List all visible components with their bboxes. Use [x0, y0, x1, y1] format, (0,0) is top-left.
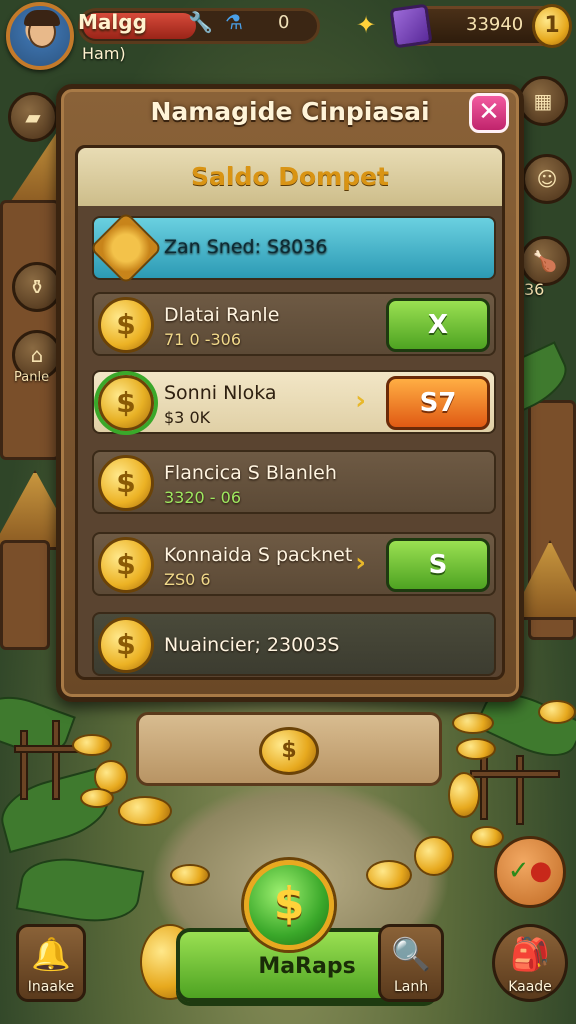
map-icon: ▦: [533, 89, 553, 113]
scattered-coin: [80, 788, 114, 808]
potion-icon: ⚗: [225, 10, 243, 34]
health-value: 0: [278, 12, 290, 33]
record-icon: ●: [529, 856, 553, 886]
gem-box-icon[interactable]: [389, 3, 433, 49]
row-name: Dlatai Ranle: [164, 304, 280, 326]
torch-icon: ✦: [356, 11, 377, 39]
chevron-right-icon: ›: [355, 386, 366, 416]
gold-value: 33940: [466, 14, 524, 35]
scattered-coin: [470, 826, 504, 848]
row-action-button[interactable]: X: [386, 298, 490, 352]
side-jar-button[interactable]: ⚱: [12, 262, 62, 312]
side-character-button[interactable]: ☺: [522, 154, 572, 204]
bell-button[interactable]: 🔔 Inaake: [16, 924, 86, 1002]
panel-title: Namagide Cinpiasai: [150, 97, 430, 126]
coin-icon: $: [98, 537, 154, 593]
wallet-row[interactable]: $ Nuaincier; 23003S: [92, 612, 496, 676]
fence-post: [516, 755, 524, 825]
sun-badge-icon: [89, 211, 163, 285]
bell-label: Inaake: [27, 979, 75, 995]
wallet-panel: Namagide Cinpiasai ✕ Saldo Dompet Zan Sn…: [56, 84, 524, 702]
scattered-coin: [452, 712, 494, 734]
add-gold-button[interactable]: 1: [532, 4, 572, 48]
jar-icon: ⚱: [28, 275, 46, 299]
scattered-coin: [448, 772, 480, 818]
coin-icon: $: [259, 727, 319, 775]
scattered-coin: [538, 700, 576, 724]
row-action-button[interactable]: S: [386, 538, 490, 592]
player-name: Malgg: [78, 10, 147, 34]
wallet-row[interactable]: $ Flancica S Blanleh 3320 - 06: [92, 450, 496, 514]
scattered-coin: [366, 860, 412, 890]
bell-icon: 🔔: [31, 935, 71, 973]
scattered-coin: [456, 738, 496, 760]
row-value: $3 0K: [164, 408, 211, 427]
coin-icon: $: [98, 297, 154, 353]
bag-icon: 🎒: [510, 935, 550, 973]
wallet-row-selected[interactable]: $ Sonni Nloka $3 0K › S7: [92, 370, 496, 434]
wallet-row[interactable]: $ Dlatai Ranle 71 0 -306 X: [92, 292, 496, 356]
wallet-row[interactable]: $ Konnaida S packnet ZS0 6 › S: [92, 532, 496, 596]
section-title: Saldo Dompet: [78, 148, 502, 206]
balance-summary-row: Zan Sned: S8036: [89, 211, 496, 285]
wooden-sign: $: [136, 712, 442, 786]
food-icon: 🍗: [532, 249, 558, 273]
hut-icon: ⌂: [30, 343, 44, 367]
hut-left-lower: [0, 540, 50, 650]
fence-post: [20, 730, 28, 800]
row-name: Konnaida S packnet: [164, 544, 353, 566]
avatar-hair: [24, 10, 60, 26]
coin-icon: $: [98, 455, 154, 511]
wallet-list: Saldo Dompet Zan Sned: S8036 $ Dlatai Ra…: [75, 145, 505, 680]
leaf: [15, 850, 145, 930]
fence-post: [52, 720, 60, 800]
bag-label: Kaade: [508, 979, 552, 995]
dollar-coin-icon: $: [244, 860, 334, 950]
character-icon: ☺: [536, 167, 558, 191]
check-button[interactable]: ✓●: [494, 836, 566, 908]
player-avatar[interactable]: [6, 2, 74, 70]
side-panle-label: Panle: [14, 370, 50, 385]
side-scroll-button[interactable]: ▰: [8, 92, 58, 142]
fence-rail: [470, 770, 560, 778]
row-text: Nuaincier; 23003S: [164, 634, 340, 656]
row-name: Sonni Nloka: [164, 382, 277, 404]
summary-text: Zan Sned: S8036: [164, 236, 328, 258]
row-name: Flancica S Blanleh: [164, 462, 337, 484]
check-icon: ✓: [507, 856, 530, 886]
tool-button[interactable]: 🔍 Lanh: [378, 924, 444, 1002]
bag-button[interactable]: 🎒 Kaade: [492, 924, 568, 1002]
coin-icon: $: [98, 617, 154, 673]
side-food-button[interactable]: 🍗: [520, 236, 570, 286]
player-subtitle: Ham): [82, 44, 126, 63]
side-map-button[interactable]: ▦: [518, 76, 568, 126]
row-action-button[interactable]: S7: [386, 376, 490, 430]
close-icon: ✕: [478, 97, 500, 127]
tool-label: Lanh: [393, 979, 429, 995]
scattered-coin: [414, 836, 454, 876]
scattered-coin: [72, 734, 112, 756]
close-button[interactable]: ✕: [469, 93, 509, 133]
row-value: 71 0 -306: [164, 330, 242, 349]
magnifier-icon: 🔍: [391, 935, 431, 973]
chevron-right-icon: ›: [355, 548, 366, 578]
scroll-icon: ▰: [25, 105, 41, 129]
scattered-coin: [170, 864, 210, 886]
wrench-icon: 🔧: [188, 10, 213, 34]
row-value: 3320 - 06: [164, 488, 242, 507]
scattered-coin: [118, 796, 172, 826]
row-value: ZS0 6: [164, 570, 211, 589]
side-food-badge: 36: [524, 280, 545, 299]
coin-icon: $: [98, 375, 154, 431]
